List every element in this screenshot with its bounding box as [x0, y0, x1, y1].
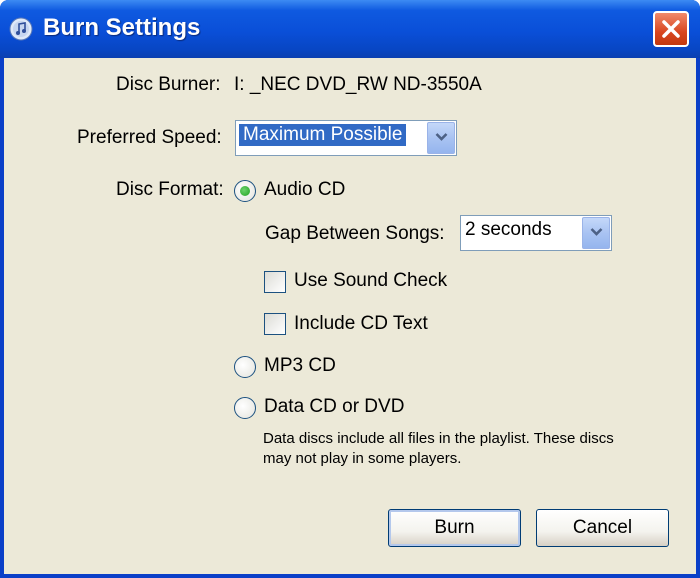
close-button[interactable]	[653, 11, 689, 47]
disc-format-label: Disc Format:	[116, 179, 224, 200]
title-bar[interactable]: Burn Settings	[0, 0, 700, 58]
window-frame-bottom	[0, 574, 700, 578]
preferred-speed-dropdown-button[interactable]	[427, 122, 455, 154]
use-sound-check-label[interactable]: Use Sound Check	[294, 270, 447, 292]
gap-between-songs-select[interactable]: 2 seconds	[460, 215, 612, 251]
gap-dropdown-button[interactable]	[582, 217, 610, 249]
data-cd-dvd-radio[interactable]	[234, 397, 256, 419]
close-icon	[662, 20, 680, 38]
chevron-down-icon	[435, 133, 448, 141]
cancel-button[interactable]: Cancel	[536, 509, 669, 547]
audio-cd-label[interactable]: Audio CD	[264, 179, 345, 201]
radio-selected-dot	[240, 186, 250, 196]
window-title: Burn Settings	[43, 14, 201, 41]
disc-burner-label: Disc Burner:	[116, 74, 221, 95]
data-cd-dvd-label[interactable]: Data CD or DVD	[264, 396, 404, 418]
audio-cd-radio[interactable]	[234, 180, 256, 202]
data-disc-note: Data discs include all files in the play…	[263, 430, 614, 467]
include-cd-text-label[interactable]: Include CD Text	[294, 313, 428, 335]
mp3-cd-radio[interactable]	[234, 356, 256, 378]
include-cd-text-checkbox[interactable]	[264, 313, 286, 335]
dialog-body: Disc Burner: I: _NEC DVD_RW ND-3550A Pre…	[4, 58, 696, 574]
preferred-speed-label: Preferred Speed:	[77, 127, 222, 148]
preferred-speed-select[interactable]: Maximum Possible	[235, 120, 457, 156]
use-sound-check-checkbox[interactable]	[264, 271, 286, 293]
burn-settings-dialog: Burn Settings Disc Burner: I: _NEC DVD_R…	[0, 0, 700, 578]
itunes-app-icon	[9, 17, 33, 41]
chevron-down-icon	[590, 228, 603, 236]
preferred-speed-value: Maximum Possible	[239, 124, 407, 146]
gap-between-songs-label: Gap Between Songs:	[265, 223, 445, 244]
disc-burner-value: I: _NEC DVD_RW ND-3550A	[234, 74, 482, 95]
burn-button[interactable]: Burn	[388, 509, 521, 547]
gap-between-songs-value: 2 seconds	[465, 219, 552, 240]
mp3-cd-label[interactable]: MP3 CD	[264, 355, 336, 377]
